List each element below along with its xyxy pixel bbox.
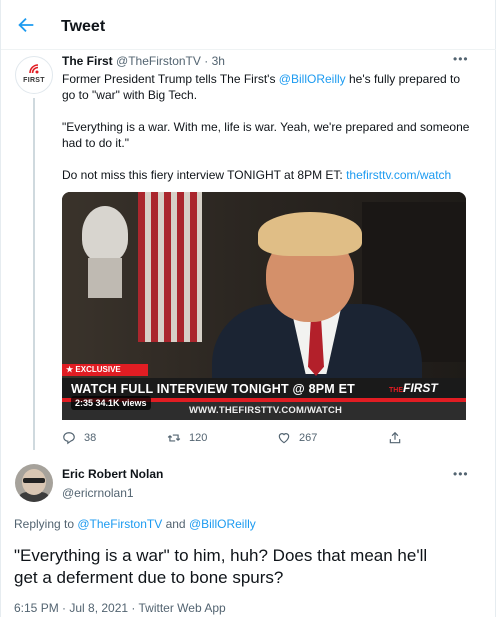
- replying-to-label: Replying to: [14, 517, 78, 531]
- video-stats-badge: 2:35 34.1K views: [71, 396, 151, 410]
- bust-pedestal: [88, 258, 122, 298]
- reply-text-line: get a deferment due to bone spurs?: [14, 568, 284, 587]
- avatar-glasses: [23, 478, 45, 483]
- reply-author-handle[interactable]: @ericrnolan1: [62, 486, 134, 500]
- page-title: Tweet: [61, 18, 106, 35]
- speaker-hair: [258, 212, 362, 256]
- bust-image: [82, 206, 128, 262]
- logo-first: FIRST: [403, 381, 438, 395]
- tweet-promo-line: Do not miss this fiery interview TONIGHT…: [62, 167, 451, 183]
- share-button[interactable]: [388, 430, 402, 446]
- heart-icon: [278, 433, 290, 444]
- tweet-header: The First @TheFirstonTV · 3h: [62, 54, 225, 68]
- mention-link[interactable]: @BillOReilly: [279, 72, 346, 86]
- tweet-page: Tweet FIRST The First @TheFirstonTV · 3h…: [0, 0, 496, 617]
- avatar-brand-text: FIRST: [23, 77, 45, 84]
- retweet-count: 120: [189, 432, 208, 444]
- reply-button[interactable]: 38: [62, 430, 96, 446]
- tweet-quote-line: "Everything is a war. With me, life is w…: [62, 120, 470, 134]
- share-icon: [389, 431, 401, 444]
- author-handle[interactable]: @TheFirstonTV: [116, 54, 201, 68]
- more-options-icon[interactable]: •••: [453, 52, 469, 66]
- reply-count: 38: [84, 432, 97, 444]
- separator-dot: ·: [204, 54, 209, 68]
- reply-author-name[interactable]: Eric Robert Nolan: [62, 467, 163, 481]
- tweet-text-line: go to "war" with Big Tech.: [62, 88, 198, 102]
- reply-timestamp[interactable]: 6:15 PM · Jul 8, 2021 · Twitter Web App: [14, 601, 226, 615]
- video-duration: 2:35: [75, 398, 94, 408]
- more-options-icon[interactable]: •••: [453, 467, 469, 481]
- tweet-time[interactable]: 3h: [212, 54, 225, 68]
- flag-image: [138, 192, 202, 342]
- tweet-text-segment: Do not miss this fiery interview TONIGHT…: [62, 168, 347, 182]
- broadcast-icon: [29, 64, 39, 74]
- arrow-left-icon[interactable]: [15, 14, 37, 36]
- banner-text: WATCH FULL INTERVIEW TONIGHT @ 8PM ET: [71, 382, 355, 396]
- author-avatar[interactable]: FIRST: [15, 56, 53, 94]
- logo-the: THE: [389, 387, 403, 394]
- tweet-quote-line: had to do it.": [62, 136, 129, 150]
- reply-text: "Everything is a war" to him, huh? Does …: [14, 545, 484, 589]
- video-url-text: WWW.THEFIRSTTV.COM/WATCH: [189, 405, 343, 416]
- mention-link[interactable]: @BillOReilly: [189, 517, 256, 531]
- promo-link[interactable]: thefirsttv.com/watch: [346, 168, 451, 182]
- reply-text-line: "Everything is a war" to him, huh? Does …: [14, 546, 428, 565]
- reply-icon: [63, 432, 75, 445]
- thread-connector: [33, 98, 35, 450]
- retweet-icon: [167, 434, 181, 442]
- the-first-logo: THEFIRST: [389, 381, 438, 395]
- video-views: 34.1K views: [95, 398, 147, 408]
- reply-author-avatar[interactable]: [15, 464, 53, 502]
- page-header: Tweet: [1, 0, 496, 50]
- like-button[interactable]: 267: [277, 430, 317, 446]
- like-count: 267: [299, 432, 318, 444]
- tweet-text-segment: he's fully prepared to: [345, 72, 461, 86]
- tweet-text-line: Former President Trump tells The First's…: [62, 71, 460, 87]
- exclusive-badge: ★ EXCLUSIVE: [62, 364, 148, 376]
- mention-link[interactable]: @TheFirstonTV: [77, 517, 162, 531]
- replying-to-line: Replying to @TheFirstonTV and @BillOReil…: [14, 517, 256, 531]
- replying-and: and: [162, 517, 189, 531]
- tweet-text-segment: Former President Trump tells The First's: [62, 72, 279, 86]
- retweet-button[interactable]: 120: [167, 430, 207, 446]
- author-name[interactable]: The First: [62, 54, 113, 68]
